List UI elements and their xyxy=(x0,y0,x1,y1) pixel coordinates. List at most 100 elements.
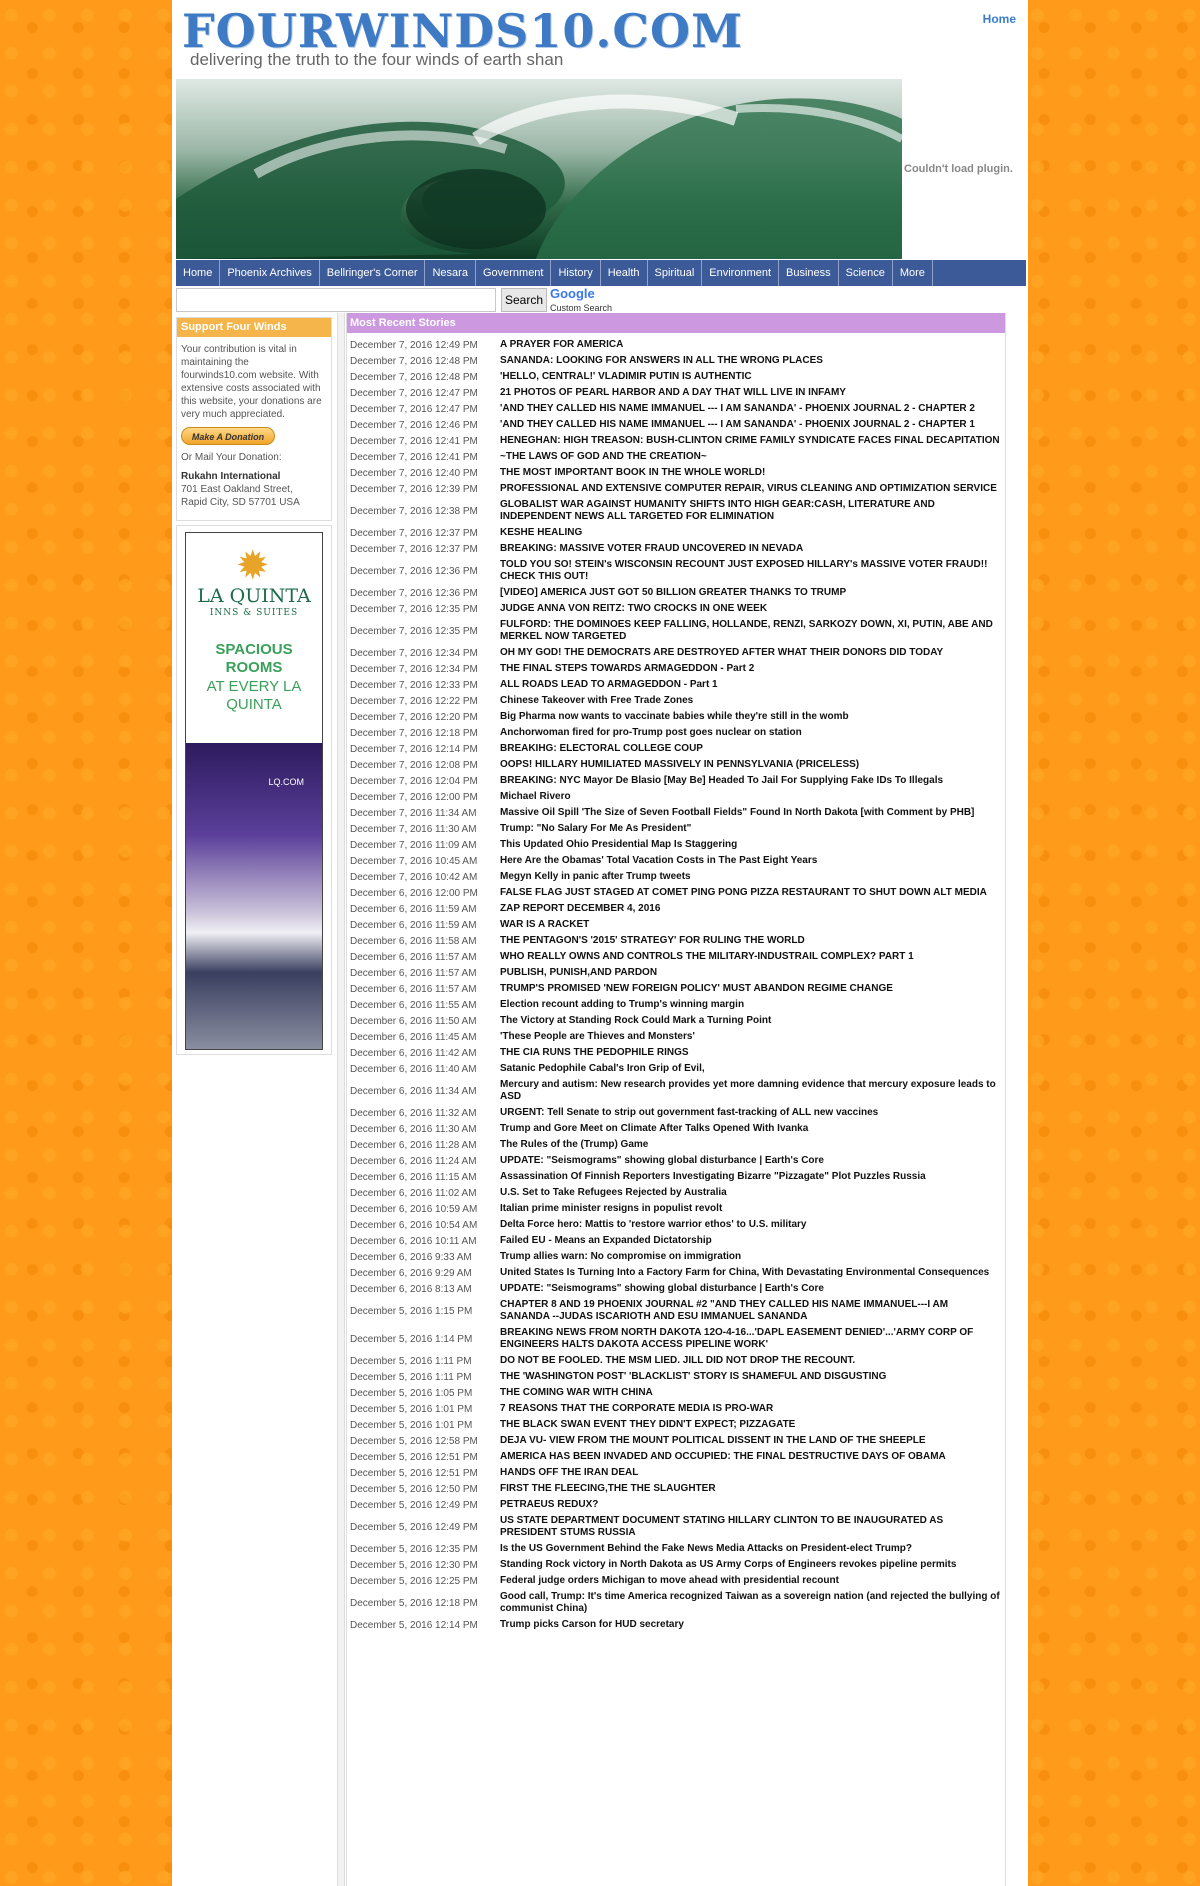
story-link[interactable]: THE BLACK SWAN EVENT THEY DIDN'T EXPECT;… xyxy=(500,1419,1000,1431)
story-row: December 5, 2016 12:14 PM Trump picks Car… xyxy=(350,1617,1005,1633)
story-link[interactable]: SANANDA: LOOKING FOR ANSWERS IN ALL THE … xyxy=(500,355,1000,367)
story-link[interactable]: THE PENTAGON'S '2015' STRATEGY' FOR RULI… xyxy=(500,935,1000,947)
story-link[interactable]: Massive Oil Spill 'The Size of Seven Foo… xyxy=(500,807,1000,819)
story-link[interactable]: THE CIA RUNS THE PEDOPHILE RINGS xyxy=(500,1047,1000,1059)
search-button[interactable]: Search xyxy=(501,288,547,312)
story-link[interactable]: This Updated Ohio Presidential Map Is St… xyxy=(500,839,1000,851)
story-link[interactable]: PUBLISH, PUNISH,AND PARDON xyxy=(500,967,1000,979)
story-date: December 7, 2016 12:08 PM xyxy=(350,759,478,771)
story-link[interactable]: BREAKING NEWS FROM NORTH DAKOTA 12O-4-16… xyxy=(500,1327,1000,1351)
story-link[interactable]: WHO REALLY OWNS AND CONTROLS THE MILITAR… xyxy=(500,951,1000,963)
nav-item-bellringers-corner[interactable]: Bellringer's Corner xyxy=(320,260,426,286)
story-link[interactable]: DEJA VU- VIEW FROM THE MOUNT POLITICAL D… xyxy=(500,1435,1000,1447)
story-link[interactable]: TOLD YOU SO! STEIN's WISCONSIN RECOUNT J… xyxy=(500,559,1000,583)
site-logo[interactable]: FOURWINDS10.COM delivering the truth to … xyxy=(178,0,742,76)
story-link[interactable]: 'These People are Thieves and Monsters' xyxy=(500,1031,1000,1043)
story-link[interactable]: Trump: "No Salary For Me As President" xyxy=(500,823,1000,835)
story-link[interactable]: DO NOT BE FOOLED. THE MSM LIED. JILL DID… xyxy=(500,1355,1000,1367)
story-link[interactable]: WAR IS A RACKET xyxy=(500,919,1000,931)
nav-item-more[interactable]: More xyxy=(893,260,933,286)
story-link[interactable]: THE 'WASHINGTON POST' 'BLACKLIST' STORY … xyxy=(500,1371,1000,1383)
story-link[interactable]: US STATE DEPARTMENT DOCUMENT STATING HIL… xyxy=(500,1515,1000,1539)
story-link[interactable]: Is the US Government Behind the Fake New… xyxy=(500,1543,1000,1555)
story-link[interactable]: HENEGHAN: HIGH TREASON: BUSH-CLINTON CRI… xyxy=(500,435,1000,447)
story-link[interactable]: Assassination Of Finnish Reporters Inves… xyxy=(500,1171,1000,1183)
nav-item-business[interactable]: Business xyxy=(779,260,839,286)
story-link[interactable]: UPDATE: "Seismograms" showing global dis… xyxy=(500,1283,1000,1295)
la-quinta-ad[interactable]: ✹ LA QUINTA INNS & SUITES SPACIOUS ROOMS… xyxy=(185,532,323,1050)
story-link[interactable]: BREAKING: MASSIVE VOTER FRAUD UNCOVERED … xyxy=(500,543,1000,555)
story-link[interactable]: 7 REASONS THAT THE CORPORATE MEDIA IS PR… xyxy=(500,1403,1000,1415)
story-link[interactable]: 'HELLO, CENTRAL!' VLADIMIR PUTIN IS AUTH… xyxy=(500,371,1000,383)
nav-item-science[interactable]: Science xyxy=(839,260,893,286)
story-link[interactable]: Federal judge orders Michigan to move ah… xyxy=(500,1575,1000,1587)
story-link[interactable]: Chinese Takeover with Free Trade Zones xyxy=(500,695,1000,707)
nav-item-history[interactable]: History xyxy=(551,260,601,286)
story-link[interactable]: BREAKING: NYC Mayor De Blasio [May Be] H… xyxy=(500,775,1000,787)
story-link[interactable]: U.S. Set to Take Refugees Rejected by Au… xyxy=(500,1187,1000,1199)
story-link[interactable]: CHAPTER 8 AND 19 PHOENIX JOURNAL #2 "AND… xyxy=(500,1299,1000,1323)
story-link[interactable]: TRUMP'S PROMISED 'NEW FOREIGN POLICY' MU… xyxy=(500,983,1000,995)
story-link[interactable]: Delta Force hero: Mattis to 'restore war… xyxy=(500,1219,1000,1231)
search-input[interactable] xyxy=(176,288,496,312)
story-link[interactable]: Trump allies warn: No compromise on immi… xyxy=(500,1251,1000,1263)
story-link[interactable]: Big Pharma now wants to vaccinate babies… xyxy=(500,711,1000,723)
story-link[interactable]: KESHE HEALING xyxy=(500,527,1000,539)
story-link[interactable]: ~THE LAWS OF GOD AND THE CREATION~ xyxy=(500,451,1000,463)
story-link[interactable]: Mercury and autism: New research provide… xyxy=(500,1079,1000,1103)
site-tagline: delivering the truth to the four winds o… xyxy=(190,50,564,69)
story-date: December 6, 2016 11:15 AM xyxy=(350,1171,477,1183)
story-link[interactable]: Good call, Trump: It's time America reco… xyxy=(500,1591,1000,1615)
story-link[interactable]: BREAKIHG: ELECTORAL COLLEGE COUP xyxy=(500,743,1000,755)
nav-item-spiritual[interactable]: Spiritual xyxy=(648,260,703,286)
story-link[interactable]: Satanic Pedophile Cabal's Iron Grip of E… xyxy=(500,1063,1000,1075)
story-link[interactable]: GLOBALIST WAR AGAINST HUMANITY SHIFTS IN… xyxy=(500,499,1000,523)
story-link[interactable]: 'AND THEY CALLED HIS NAME IMMANUEL --- I… xyxy=(500,419,1000,431)
story-link[interactable]: A PRAYER FOR AMERICA xyxy=(500,339,1000,351)
nav-item-government[interactable]: Government xyxy=(476,260,552,286)
story-link[interactable]: The Victory at Standing Rock Could Mark … xyxy=(500,1015,1000,1027)
story-link[interactable]: Election recount adding to Trump's winni… xyxy=(500,999,1000,1011)
story-link[interactable]: The Rules of the (Trump) Game xyxy=(500,1139,1000,1151)
donate-button[interactable]: Make A Donation xyxy=(181,427,275,445)
story-link[interactable]: JUDGE ANNA VON REITZ: TWO CROCKS IN ONE … xyxy=(500,603,1000,615)
story-link[interactable]: Michael Rivero xyxy=(500,791,1000,803)
story-link[interactable]: United States Is Turning Into a Factory … xyxy=(500,1267,1000,1279)
story-row: December 6, 2016 9:29 AM United States Is… xyxy=(350,1265,1005,1281)
story-link[interactable]: 'AND THEY CALLED HIS NAME IMMANUEL --- I… xyxy=(500,403,1000,415)
nav-item-nesara[interactable]: Nesara xyxy=(425,260,476,286)
story-link[interactable]: Megyn Kelly in panic after Trump tweets xyxy=(500,871,1000,883)
story-link[interactable]: FIRST THE FLEECING,THE THE SLAUGHTER xyxy=(500,1483,1000,1495)
story-link[interactable]: ZAP REPORT DECEMBER 4, 2016 xyxy=(500,903,1000,915)
story-date: December 7, 2016 12:34 PM xyxy=(350,663,478,675)
story-link[interactable]: URGENT: Tell Senate to strip out governm… xyxy=(500,1107,1000,1119)
story-link[interactable]: OOPS! HILLARY HUMILIATED MASSIVELY IN PE… xyxy=(500,759,1000,771)
nav-item-health[interactable]: Health xyxy=(601,260,648,286)
story-row: December 6, 2016 11:15 AM Assassination O… xyxy=(350,1169,1005,1185)
story-link[interactable]: Failed EU - Means an Expanded Dictatorsh… xyxy=(500,1235,1000,1247)
story-link[interactable]: FALSE FLAG JUST STAGED AT COMET PING PON… xyxy=(500,887,1000,899)
story-link[interactable]: AMERICA HAS BEEN INVADED AND OCCUPIED: T… xyxy=(500,1451,1000,1463)
story-link[interactable]: HANDS OFF THE IRAN DEAL xyxy=(500,1467,1000,1479)
nav-item-home[interactable]: Home xyxy=(176,260,221,286)
story-link[interactable]: ALL ROADS LEAD TO ARMAGEDDON - Part 1 xyxy=(500,679,1000,691)
story-link[interactable]: [VIDEO] AMERICA JUST GOT 50 BILLION GREA… xyxy=(500,587,1000,599)
story-link[interactable]: 21 PHOTOS OF PEARL HARBOR AND A DAY THAT… xyxy=(500,387,1000,399)
story-link[interactable]: THE MOST IMPORTANT BOOK IN THE WHOLE WOR… xyxy=(500,467,1000,479)
story-link[interactable]: Trump picks Carson for HUD secretary xyxy=(500,1619,1000,1631)
story-link[interactable]: FULFORD: THE DOMINOES KEEP FALLING, HOLL… xyxy=(500,619,1000,643)
nav-item-environment[interactable]: Environment xyxy=(702,260,780,286)
story-link[interactable]: UPDATE: "Seismograms" showing global dis… xyxy=(500,1155,1000,1167)
story-link[interactable]: PETRAEUS REDUX? xyxy=(500,1499,1000,1511)
story-link[interactable]: THE COMING WAR WITH CHINA xyxy=(500,1387,1000,1399)
story-link[interactable]: THE FINAL STEPS TOWARDS ARMAGEDDON - Par… xyxy=(500,663,1000,675)
story-link[interactable]: OH MY GOD! THE DEMOCRATS ARE DESTROYED A… xyxy=(500,647,1000,659)
story-link[interactable]: Anchorwoman fired for pro-Trump post goe… xyxy=(500,727,1000,739)
nav-item-phoenix-archives[interactable]: Phoenix Archives xyxy=(220,260,320,286)
story-link[interactable]: Here Are the Obamas' Total Vacation Cost… xyxy=(500,855,1000,867)
story-link[interactable]: Italian prime minister resigns in populi… xyxy=(500,1203,1000,1215)
home-link-top[interactable]: Home xyxy=(983,12,1016,26)
story-link[interactable]: Standing Rock victory in North Dakota as… xyxy=(500,1559,1000,1571)
story-link[interactable]: PROFESSIONAL AND EXTENSIVE COMPUTER REPA… xyxy=(500,483,1000,495)
story-link[interactable]: Trump and Gore Meet on Climate After Tal… xyxy=(500,1123,1000,1135)
